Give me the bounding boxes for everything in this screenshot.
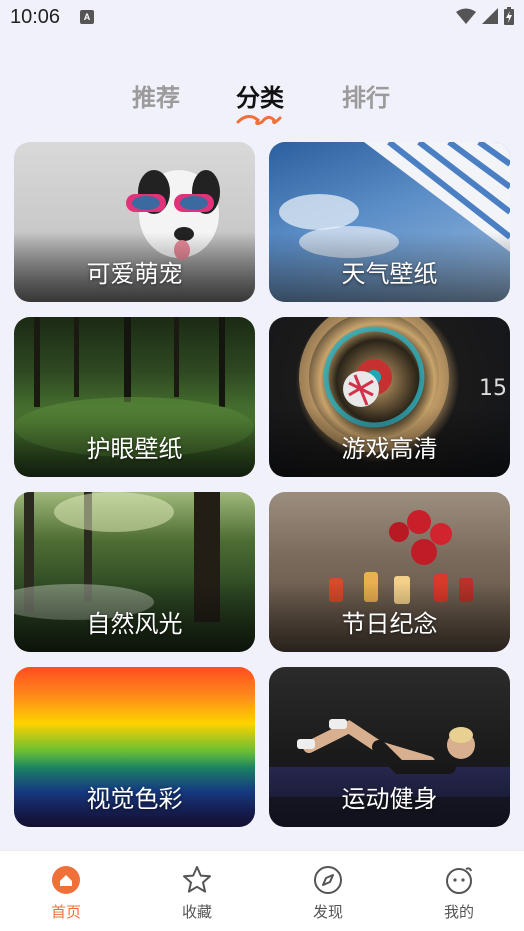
nav-profile[interactable]: 我的: [419, 865, 499, 922]
home-icon: [52, 866, 80, 894]
nav-label: 首页: [50, 903, 81, 921]
svg-text:15: 15: [479, 376, 507, 401]
category-label: 天气壁纸: [341, 260, 438, 288]
status-icons: [456, 7, 514, 25]
category-label: 可爱萌宠: [86, 260, 183, 288]
nav-favorites[interactable]: 收藏: [157, 865, 237, 922]
category-card-festival[interactable]: 节日纪念: [269, 492, 510, 652]
active-tab-underline: [236, 115, 282, 126]
category-card-pets[interactable]: 可爱萌宠: [14, 142, 255, 302]
bottom-navigation: 首页 收藏 发现 我的: [0, 850, 524, 931]
status-time: 10:06: [10, 6, 61, 28]
nav-home[interactable]: 首页: [26, 865, 106, 922]
category-tabs: 推荐 分类 排行: [0, 78, 524, 128]
category-label: 自然风光: [86, 610, 183, 638]
category-label: 视觉色彩: [86, 785, 183, 813]
category-card-gaming[interactable]: 15 游戏高清: [269, 317, 510, 477]
category-card-fitness[interactable]: 运动健身: [269, 667, 510, 827]
battery-icon: [504, 7, 514, 25]
category-label: 护眼壁纸: [86, 435, 183, 463]
nav-label: 发现: [312, 903, 343, 921]
notification-icon: A: [80, 10, 94, 24]
signal-icon: [482, 8, 498, 24]
category-card-weather[interactable]: 天气壁纸: [269, 142, 510, 302]
tab-recommend[interactable]: 推荐: [132, 78, 180, 113]
nav-label: 收藏: [181, 903, 212, 921]
nav-label: 我的: [443, 903, 474, 921]
status-bar: 10:06 A: [0, 0, 524, 36]
tab-ranking[interactable]: 排行: [342, 78, 390, 113]
smiley-icon: [446, 867, 472, 894]
category-card-eye-care[interactable]: 护眼壁纸: [14, 317, 255, 477]
category-label: 节日纪念: [341, 610, 438, 638]
compass-icon: [314, 866, 342, 894]
category-card-nature[interactable]: 自然风光: [14, 492, 255, 652]
category-label: 运动健身: [341, 785, 438, 813]
nav-discover[interactable]: 发现: [288, 865, 368, 922]
category-label: 游戏高清: [341, 435, 438, 463]
category-card-visual-color[interactable]: 视觉色彩: [14, 667, 255, 827]
star-icon: [183, 866, 211, 893]
wifi-icon: [456, 8, 476, 24]
category-grid: 可爱萌宠 天气壁纸 护眼壁纸 15 游戏高清 自然风光 节日纪念 视觉色彩 运动…: [14, 142, 510, 827]
